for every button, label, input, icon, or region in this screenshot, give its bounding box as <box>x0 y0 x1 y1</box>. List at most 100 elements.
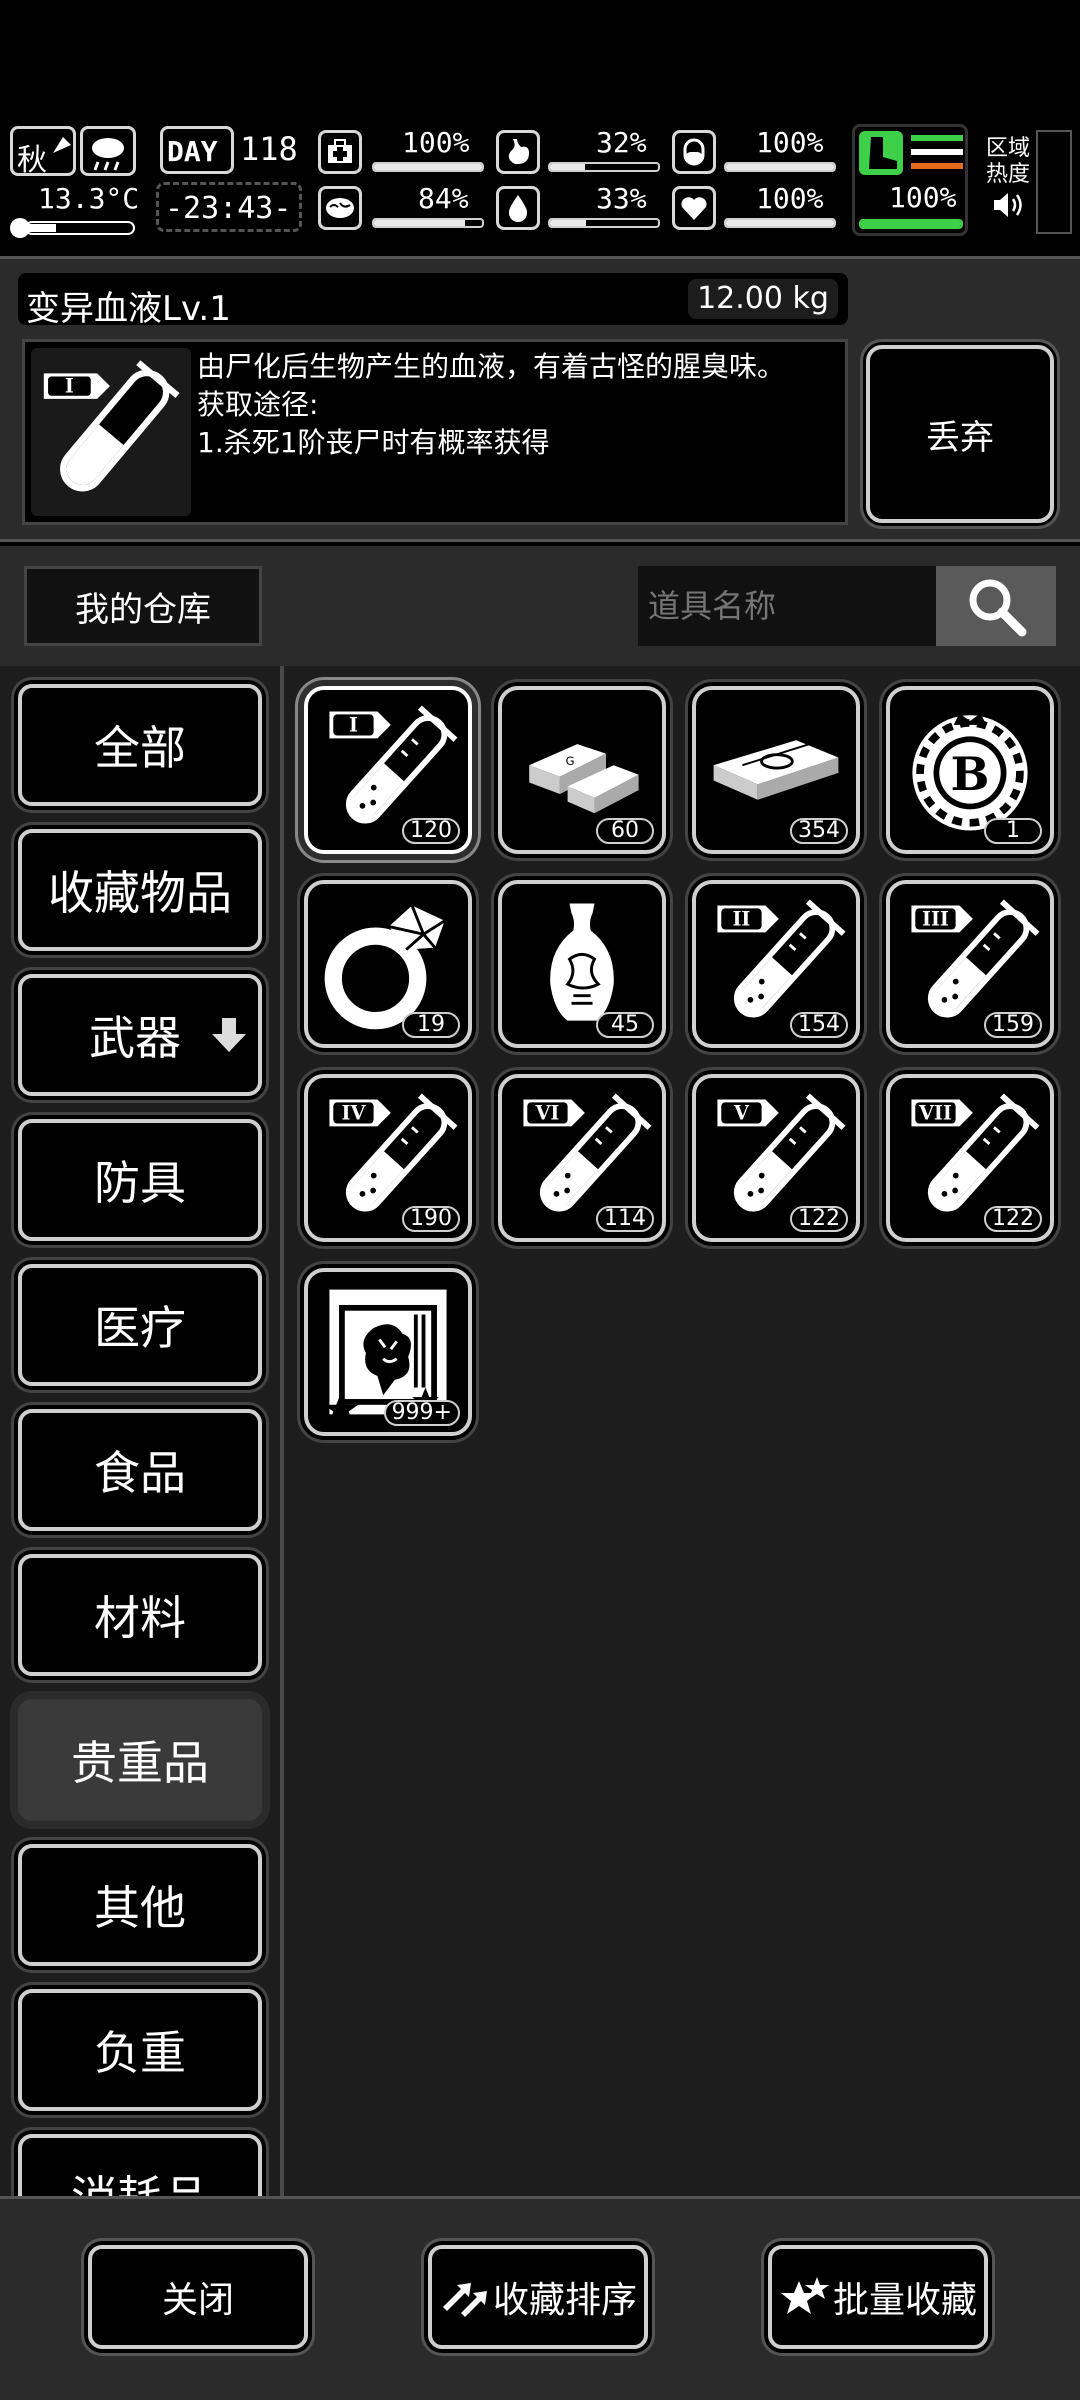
heat-stripe-white <box>911 149 963 155</box>
blood-vial-icon: I <box>31 348 191 516</box>
stat-thirst-value: 33% <box>596 182 647 215</box>
item-count-badge: 999+ <box>383 1400 460 1426</box>
sort-favorites-button[interactable]: 收藏排序 <box>428 2245 648 2349</box>
item-count-badge: 60 <box>596 818 654 844</box>
stat-hunger-bar <box>548 162 660 172</box>
category-3[interactable]: 防具 <box>18 1119 262 1241</box>
item-count-badge: 154 <box>790 1012 848 1038</box>
item-count-badge: 120 <box>402 818 460 844</box>
leaf-icon <box>53 137 71 153</box>
vial-roman-numeral: IV <box>342 1102 367 1125</box>
item-name-bar: 变异血液Lv.1 12.00 kg <box>18 273 848 329</box>
clock-box: -23:43- <box>156 182 302 232</box>
category-label: 收藏物品 <box>48 866 232 920</box>
close-label: 关闭 <box>161 2280 234 2321</box>
item-slot[interactable]: II 154 <box>692 880 860 1048</box>
item-count-badge: 122 <box>984 1206 1042 1232</box>
category-10[interactable]: 消耗品 <box>18 2134 262 2196</box>
item-slot[interactable]: 999+ <box>304 1268 472 1436</box>
search-icon <box>969 579 1027 637</box>
brain-icon <box>318 186 362 230</box>
item-description: 由尸化后生物产生的血液，有着古怪的腥臭味。 获取途径: 1.杀死1阶丧尸时有概率… <box>197 350 786 459</box>
category-4[interactable]: 医疗 <box>18 1264 262 1386</box>
stat-sanity-bar <box>372 218 484 228</box>
thermometer-icon <box>10 218 135 238</box>
season-label: 秋 <box>17 143 47 178</box>
vial-roman-numeral: II <box>732 908 750 931</box>
stat-pill-value: 100% <box>756 126 824 159</box>
category-label: 材料 <box>94 1591 186 1645</box>
stars-icon <box>780 2277 829 2314</box>
item-slot[interactable]: 45 <box>498 880 666 1048</box>
sort-favorites-label: 收藏排序 <box>492 2280 637 2321</box>
item-slot[interactable]: 19 <box>304 880 472 1048</box>
category-label: 贵重品 <box>71 1736 209 1790</box>
category-5[interactable]: 食品 <box>18 1409 262 1531</box>
item-grid: I 120 G 60 354 B 1 19 45 II 154 III 159 IV 190 VI 114 V 12… <box>284 666 1080 2196</box>
item-slot[interactable]: B1 <box>886 686 1054 854</box>
stat-heart-bar <box>724 218 836 228</box>
stat-pill-bar <box>724 162 836 172</box>
stamina-box: 100% <box>852 124 968 236</box>
heart-icon <box>672 186 716 230</box>
item-slot[interactable]: VII 122 <box>886 1074 1054 1242</box>
stat-heart-value: 100% <box>756 182 824 215</box>
day-box: DAY <box>160 126 234 174</box>
category-label: 全部 <box>94 721 186 775</box>
item-weight: 12.00 kg <box>688 279 838 319</box>
category-label: 消耗品 <box>71 2162 209 2196</box>
rain-cloud-icon <box>92 138 124 171</box>
item-description-box: I 由尸化后生物产生的血液，有着古怪的腥臭味。 获取途径: 1.杀死1阶丧尸时有… <box>22 339 848 525</box>
item-slot[interactable]: VI 114 <box>498 1074 666 1242</box>
category-9[interactable]: 负重 <box>18 1989 262 2111</box>
item-count-badge: 45 <box>596 1012 654 1038</box>
medkit-icon <box>318 130 362 174</box>
item-slot[interactable]: G 60 <box>498 686 666 854</box>
stat-sanity-value: 84% <box>418 182 469 215</box>
water-drop-icon <box>496 186 540 230</box>
search-button[interactable] <box>936 566 1056 646</box>
pill-icon <box>672 130 716 174</box>
category-label: 食品 <box>94 1446 186 1500</box>
close-button[interactable]: 关闭 <box>88 2245 308 2349</box>
bottom-bar: 关闭 收藏排序 批量收藏 <box>0 2196 1080 2400</box>
item-slot[interactable]: IV 190 <box>304 1074 472 1242</box>
item-count-badge: 354 <box>790 818 848 844</box>
stomach-icon <box>496 130 540 174</box>
item-slot[interactable]: I 120 <box>304 686 472 854</box>
boot-icon <box>859 131 903 175</box>
search-input[interactable] <box>638 566 936 646</box>
vial-roman-numeral: V <box>733 1102 750 1125</box>
weather-box <box>80 126 136 176</box>
category-label: 其他 <box>94 1881 186 1935</box>
heat-stripe-green <box>911 135 963 141</box>
discard-button[interactable]: 丢弃 <box>866 345 1054 523</box>
category-7-active[interactable]: 贵重品 <box>18 1699 262 1821</box>
status-bar: 秋 13.3°C DAY 118 -23:43- 100% 32% 100% 8… <box>0 120 1080 246</box>
category-8[interactable]: 其他 <box>18 1844 262 1966</box>
category-sidebar[interactable]: 全部收藏物品武器防具医疗食品材料贵重品其他负重消耗品 <box>0 666 284 2196</box>
item-slot[interactable]: III 159 <box>886 880 1054 1048</box>
item-count-badge: 114 <box>596 1206 654 1232</box>
vial-roman-numeral: III <box>922 908 949 931</box>
item-slot[interactable]: 354 <box>692 686 860 854</box>
item-name: 变异血液Lv.1 <box>26 289 231 329</box>
season-box: 秋 <box>10 126 76 178</box>
speaker-icon[interactable] <box>992 190 1026 220</box>
day-number: 118 <box>240 130 298 168</box>
warehouse-header: 我的仓库 <box>0 546 1080 666</box>
category-6[interactable]: 材料 <box>18 1554 262 1676</box>
vial-roman-numeral: VII <box>918 1102 952 1125</box>
category-0[interactable]: 全部 <box>18 684 262 806</box>
item-slot[interactable]: V 122 <box>692 1074 860 1242</box>
temperature: 13.3°C <box>38 182 140 215</box>
batch-favorite-button[interactable]: 批量收藏 <box>768 2245 988 2349</box>
region-heat-meter <box>1036 130 1072 234</box>
category-2[interactable]: 武器 <box>18 974 262 1096</box>
region-heat-label: 区域 热度 <box>986 136 1031 187</box>
item-count-badge: 190 <box>402 1206 460 1232</box>
swap-arrows-icon <box>442 2283 487 2317</box>
clock-time: -23:43- <box>165 191 292 226</box>
batch-favorite-label: 批量收藏 <box>832 2280 977 2321</box>
category-1[interactable]: 收藏物品 <box>18 829 262 951</box>
